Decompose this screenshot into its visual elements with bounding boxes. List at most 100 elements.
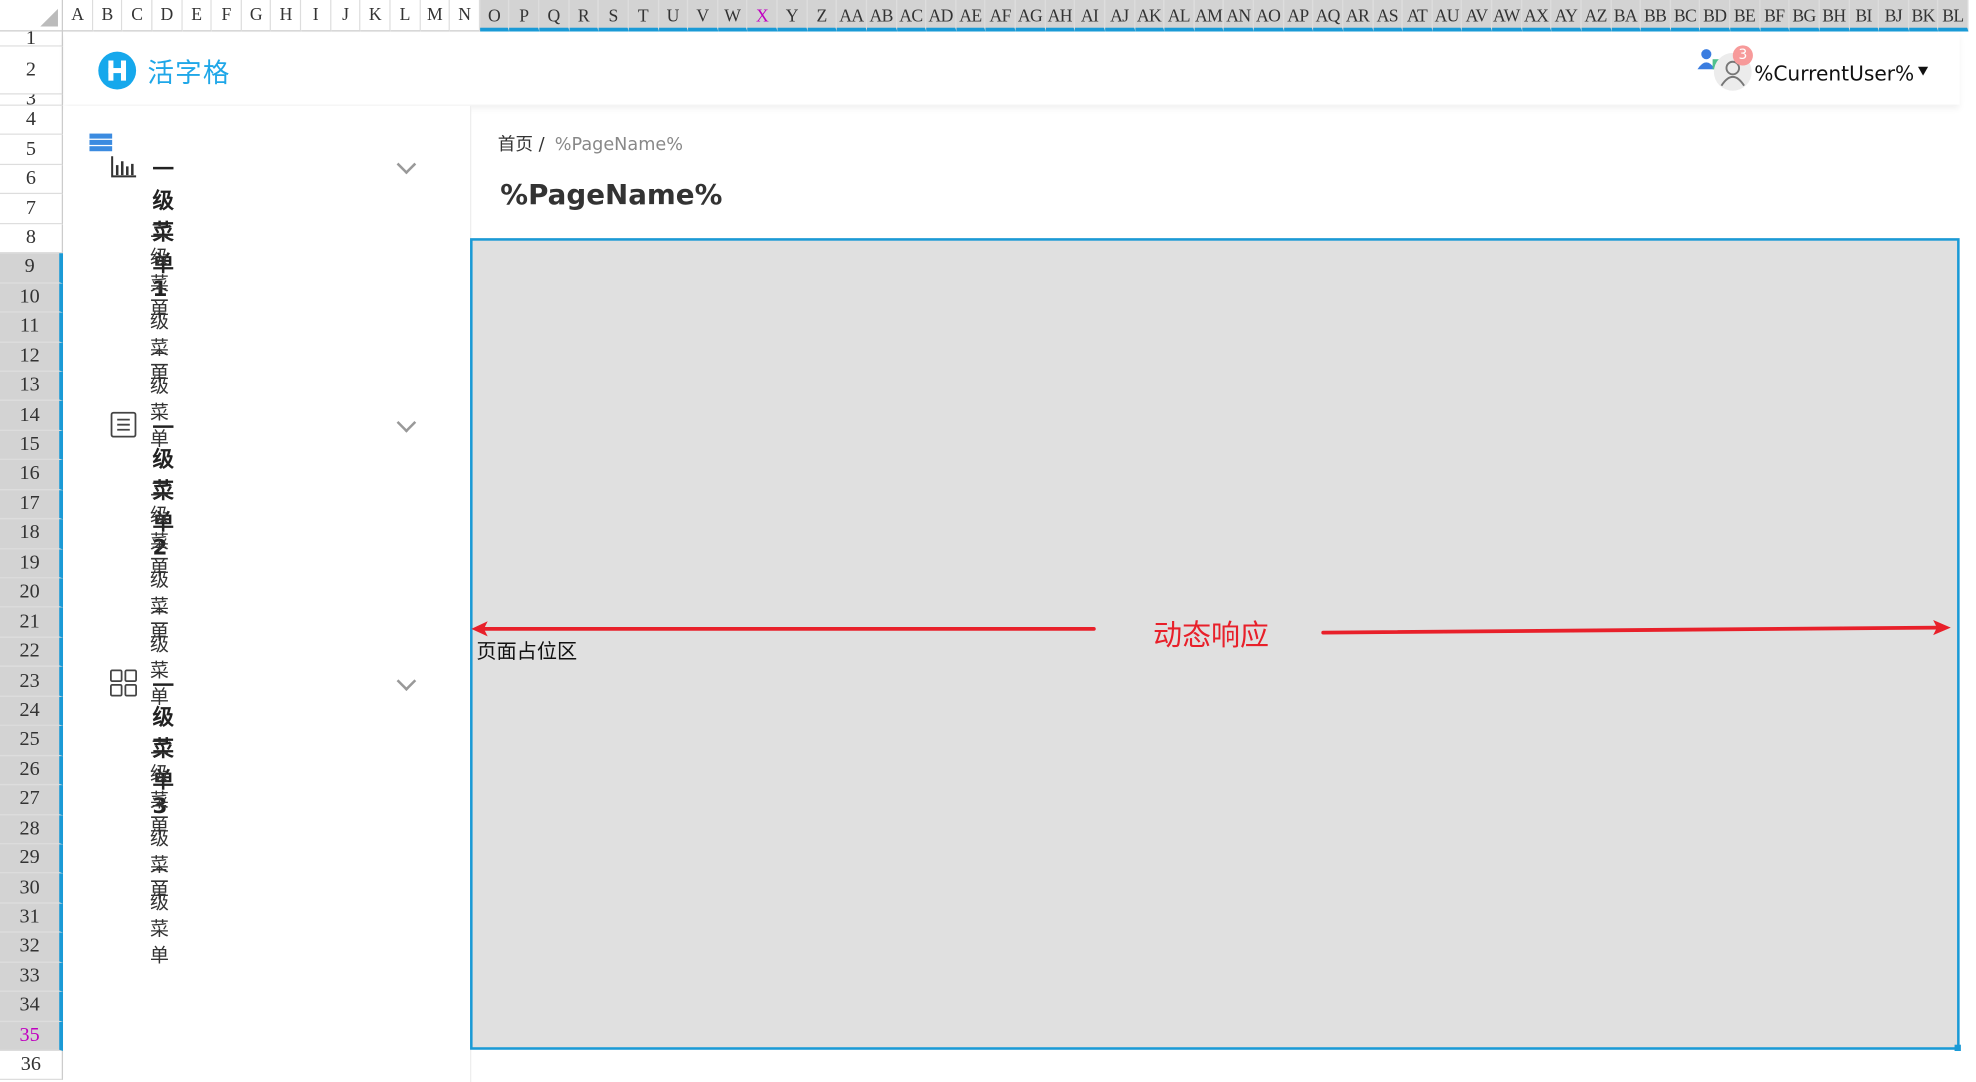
column-header[interactable]: BG <box>1789 0 1820 32</box>
column-header[interactable]: AX <box>1521 0 1552 32</box>
column-header[interactable]: BC <box>1670 0 1701 32</box>
column-header[interactable]: S <box>598 0 629 32</box>
column-header[interactable]: P <box>509 0 540 32</box>
row-header[interactable]: 16 <box>0 460 64 490</box>
row-header[interactable]: 26 <box>0 755 64 786</box>
row-header[interactable]: 34 <box>0 991 64 1022</box>
row-header[interactable]: 14 <box>0 401 64 431</box>
column-header[interactable]: U <box>658 0 689 32</box>
column-header[interactable]: Z <box>807 0 838 32</box>
column-header[interactable]: AG <box>1015 0 1046 32</box>
caret-down-icon[interactable] <box>1918 66 1929 76</box>
row-header[interactable]: 7 <box>0 194 64 225</box>
column-header[interactable]: AT <box>1402 0 1433 32</box>
row-header[interactable]: 27 <box>0 785 64 815</box>
column-header[interactable]: BF <box>1760 0 1790 32</box>
row-header[interactable]: 32 <box>0 932 64 963</box>
column-header[interactable]: E <box>182 0 212 32</box>
column-header[interactable]: BA <box>1611 0 1641 32</box>
column-header[interactable]: AR <box>1343 0 1373 32</box>
row-header[interactable]: 33 <box>0 962 64 992</box>
row-header[interactable]: 19 <box>0 548 64 579</box>
row-header[interactable]: 10 <box>0 283 64 313</box>
user-menu[interactable]: 3 %CurrentUser% <box>1697 45 1936 91</box>
row-header[interactable]: 8 <box>0 224 64 254</box>
column-header[interactable]: AD <box>926 0 957 32</box>
column-header[interactable]: BH <box>1819 0 1850 32</box>
column-header[interactable]: X <box>747 0 778 32</box>
row-header[interactable]: 24 <box>0 696 64 727</box>
column-header[interactable]: BJ <box>1879 0 1909 32</box>
row-header[interactable]: 21 <box>0 607 64 638</box>
column-header[interactable]: AK <box>1134 0 1165 32</box>
select-all-corner[interactable] <box>0 0 64 32</box>
column-header[interactable]: AU <box>1432 0 1463 32</box>
column-header[interactable]: AJ <box>1105 0 1135 32</box>
column-header[interactable]: AI <box>1075 0 1106 32</box>
column-header[interactable]: AA <box>837 0 867 32</box>
row-header[interactable]: 23 <box>0 667 64 697</box>
row-header[interactable]: 3 <box>0 94 64 106</box>
current-user-name[interactable]: %CurrentUser% <box>1754 62 1914 86</box>
column-header[interactable]: M <box>420 0 451 32</box>
column-header[interactable]: AH <box>1045 0 1076 32</box>
row-header[interactable]: 35 <box>0 1021 64 1052</box>
column-header[interactable]: D <box>152 0 183 32</box>
row-header[interactable]: 17 <box>0 489 64 520</box>
column-header[interactable]: G <box>241 0 272 32</box>
row-header[interactable]: 15 <box>0 430 64 461</box>
row-header[interactable]: 4 <box>0 105 64 136</box>
column-header[interactable]: BD <box>1700 0 1731 32</box>
column-header[interactable]: BB <box>1640 0 1671 32</box>
column-header[interactable]: T <box>628 0 659 32</box>
breadcrumb-home[interactable]: 首页 / <box>498 135 545 155</box>
menu-item-level2[interactable]: 二级菜单 <box>150 862 169 968</box>
resize-handle[interactable] <box>1954 1044 1961 1052</box>
column-header[interactable]: BL <box>1938 0 1969 32</box>
column-header[interactable]: AS <box>1372 0 1403 32</box>
column-header[interactable]: A <box>63 0 93 32</box>
column-header[interactable]: AM <box>1194 0 1225 32</box>
column-header[interactable]: H <box>271 0 302 32</box>
column-header[interactable]: AY <box>1551 0 1582 32</box>
column-header[interactable]: AL <box>1164 0 1195 32</box>
column-header[interactable]: L <box>390 0 421 32</box>
column-header[interactable]: AN <box>1224 0 1254 32</box>
row-header[interactable]: 20 <box>0 578 64 608</box>
row-header[interactable]: 9 <box>0 253 64 284</box>
column-header[interactable]: AO <box>1253 0 1284 32</box>
column-header[interactable]: B <box>92 0 123 32</box>
row-header[interactable]: 1 <box>0 31 64 47</box>
row-header[interactable]: 11 <box>0 312 64 343</box>
column-header[interactable]: N <box>450 0 480 32</box>
column-header[interactable]: J <box>330 0 361 32</box>
column-header[interactable]: AF <box>985 0 1016 32</box>
column-header[interactable]: AC <box>896 0 927 32</box>
column-header[interactable]: AQ <box>1313 0 1344 32</box>
column-header[interactable]: F <box>211 0 242 32</box>
column-header[interactable]: AB <box>866 0 897 32</box>
column-header[interactable]: AZ <box>1581 0 1612 32</box>
column-header[interactable]: AP <box>1283 0 1314 32</box>
row-header[interactable]: 22 <box>0 637 64 668</box>
column-header[interactable]: I <box>301 0 331 32</box>
column-header[interactable]: BE <box>1730 0 1761 32</box>
column-header[interactable]: BI <box>1849 0 1880 32</box>
column-header[interactable]: Y <box>777 0 808 32</box>
column-header[interactable]: AV <box>1462 0 1493 32</box>
column-header[interactable]: BK <box>1908 0 1939 32</box>
column-header[interactable]: W <box>717 0 748 32</box>
row-header[interactable]: 13 <box>0 371 64 402</box>
row-header[interactable]: 29 <box>0 844 64 874</box>
column-header[interactable]: Q <box>539 0 570 32</box>
row-header[interactable]: 31 <box>0 903 64 933</box>
row-header[interactable]: 18 <box>0 519 64 549</box>
column-header[interactable]: AE <box>956 0 986 32</box>
column-header[interactable]: R <box>569 0 599 32</box>
row-header[interactable]: 6 <box>0 164 64 195</box>
row-header[interactable]: 30 <box>0 873 64 904</box>
row-header[interactable]: 2 <box>0 46 64 95</box>
row-header[interactable]: 12 <box>0 342 64 372</box>
row-header[interactable]: 25 <box>0 726 64 756</box>
column-header[interactable]: K <box>360 0 391 32</box>
